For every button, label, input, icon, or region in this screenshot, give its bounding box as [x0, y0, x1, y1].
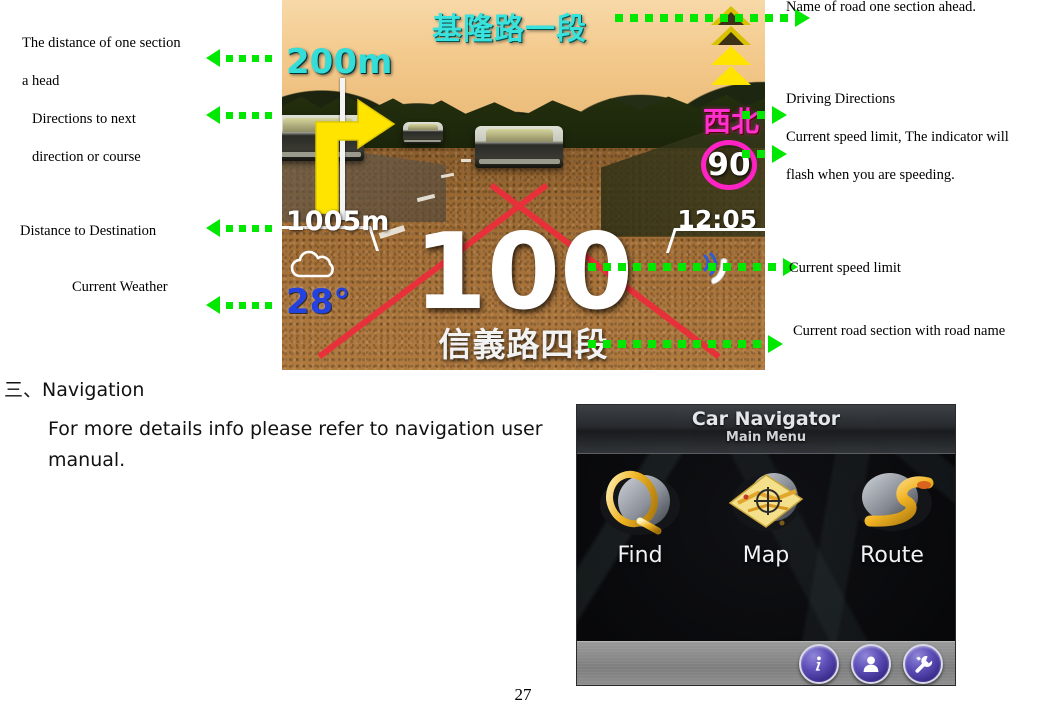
user-button[interactable] — [851, 643, 891, 684]
hud-speed-limit-badge: 90 — [701, 140, 757, 190]
map-compass-icon — [718, 465, 814, 539]
arrow-head-icon — [206, 219, 220, 237]
callout-speed-limit-flash-line2: flash when you are speeding. — [786, 167, 955, 183]
car-navigator-screenshot: Car Navigator Main Menu Find Map Route — [576, 404, 956, 686]
section-body-line2: manual. — [48, 449, 126, 471]
callout-road-name-ahead: Name of road one section ahead. — [786, 0, 977, 15]
vehicle-ahead-left — [402, 122, 443, 145]
phone-icon — [697, 252, 737, 292]
settings-button[interactable] — [903, 643, 943, 684]
arrow-head-icon — [206, 106, 220, 124]
callout-current-road-section: Current road section with road name — [793, 323, 1006, 339]
hud-distance-next-turn: 200m — [286, 42, 393, 82]
menu-item-map-label: Map — [742, 543, 790, 568]
wrench-icon — [915, 655, 933, 673]
connector-driving-directions — [742, 106, 787, 124]
callout-current-speed-limit: Current speed limit — [789, 260, 901, 276]
clock-bracket — [665, 228, 765, 253]
pointer-arrow-distance-one-section — [206, 49, 272, 67]
navigation-hud-screenshot: 基隆路一段 200m 1005m 28° 100 信義路四段 西北 90 12:… — [282, 0, 765, 370]
navigator-main-menu: Find Map Route — [577, 465, 955, 625]
navigator-title: Car Navigator — [691, 408, 841, 430]
vehicle-ahead-center — [475, 125, 564, 168]
triangle-filled-icon — [711, 46, 751, 65]
pointer-arrow-current-weather — [206, 296, 272, 314]
navigator-bottom-toolbar — [577, 641, 955, 685]
lane-marking — [460, 159, 471, 163]
section-body-line1: For more details info please refer to na… — [48, 418, 543, 440]
menu-item-map[interactable]: Map — [711, 465, 821, 568]
menu-item-route[interactable]: Route — [837, 465, 947, 568]
menu-item-find[interactable]: Find — [585, 465, 695, 568]
info-icon — [815, 656, 821, 671]
callout-distance-one-section-line2: a head — [22, 73, 60, 89]
section-body: For more details info please refer to na… — [48, 414, 548, 476]
hud-next-road-name: 基隆路一段 — [432, 12, 587, 47]
magnifier-ring-icon — [592, 465, 688, 539]
arrow-head-icon — [772, 145, 787, 163]
pointer-arrow-directions-next — [206, 106, 272, 124]
callout-current-weather: Current Weather — [72, 279, 168, 295]
triangle-hollow-icon — [711, 26, 751, 45]
connector-road-name-ahead — [615, 9, 810, 27]
page-number-value: 27 — [514, 685, 532, 704]
triangle-filled-icon — [711, 66, 751, 85]
callout-driving-directions: Driving Directions — [786, 91, 896, 107]
arrow-head-icon — [772, 106, 787, 124]
arrow-head-icon — [768, 335, 783, 353]
section-heading: 三、Navigation — [4, 379, 145, 401]
menu-item-route-label: Route — [860, 543, 924, 568]
navigator-title-bar: Car Navigator Main Menu — [577, 405, 955, 454]
info-button[interactable] — [799, 643, 839, 684]
callout-speed-limit-flash: Current speed limit, The indicator will — [786, 129, 1009, 145]
hud-compass-direction: 西北 — [702, 105, 759, 138]
route-s-curve-icon — [844, 465, 940, 539]
user-icon — [863, 656, 879, 672]
turn-right-arrow-icon — [296, 84, 396, 215]
navigator-subtitle: Main Menu — [725, 430, 807, 445]
page-number: 27 — [0, 685, 1042, 705]
menu-item-find-label: Find — [617, 543, 663, 568]
arrow-head-icon — [206, 49, 220, 67]
callout-directions-next: Directions to next — [32, 111, 136, 127]
connector-current-road-section — [588, 335, 783, 353]
callout-distance-destination: Distance to Destination — [20, 223, 157, 239]
connector-current-speed-limit — [588, 258, 798, 276]
callout-distance-one-section: The distance of one section — [22, 35, 181, 51]
connector-speed-limit-flash — [742, 145, 787, 163]
pointer-arrow-distance-destination — [206, 219, 272, 237]
arrow-head-icon — [206, 296, 220, 314]
callout-directions-next-line2: direction or course — [32, 149, 141, 165]
